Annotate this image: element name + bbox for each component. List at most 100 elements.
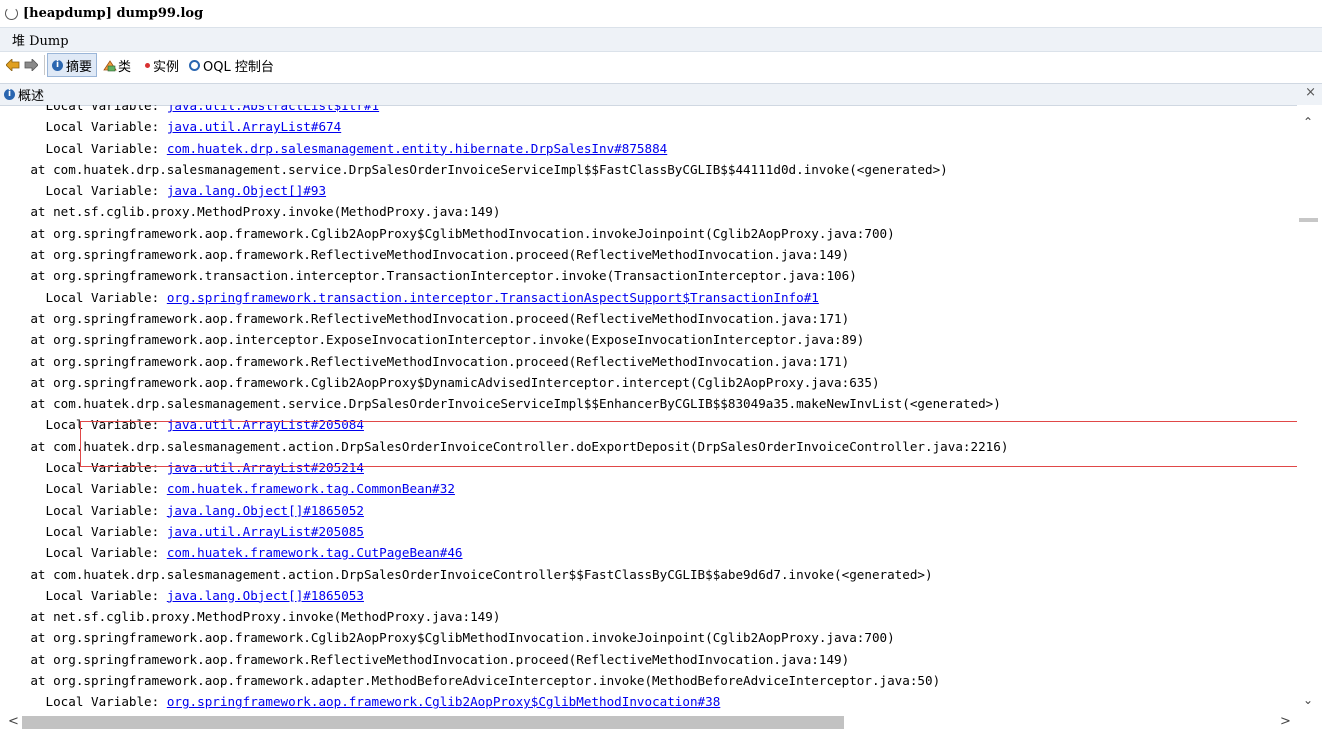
- line-text: at com.huatek.drp.salesmanagement.servic…: [0, 161, 948, 177]
- toolbar-separator: [44, 55, 45, 75]
- line-text: at org.springframework.aop.framework.Ref…: [0, 353, 850, 369]
- horizontal-scrollbar[interactable]: < >: [0, 712, 1322, 733]
- local-variable-line: Local Variable: org.springframework.aop.…: [0, 691, 1008, 712]
- line-text: Local Variable:: [0, 105, 167, 113]
- instance-icon: [145, 62, 151, 68]
- overview-panel-header: i 概述 ×: [0, 83, 1322, 106]
- line-text: Local Variable:: [0, 523, 167, 539]
- line-text: at com.huatek.drp.salesmanagement.action…: [0, 566, 933, 582]
- local-variable-line: Local Variable: com.huatek.framework.tag…: [0, 478, 1008, 499]
- summary-label: 摘要: [66, 59, 93, 75]
- line-text: at net.sf.cglib.proxy.MethodProxy.invoke…: [0, 204, 501, 220]
- local-variable-line: Local Variable: java.util.ArrayList#2050…: [0, 521, 1008, 542]
- object-link[interactable]: java.lang.Object[]#1865052: [167, 503, 364, 518]
- scroll-right-icon[interactable]: >: [1280, 714, 1291, 729]
- line-text: Local Variable:: [0, 119, 167, 135]
- stack-trace-view: Local Variable: java.util.AbstractList$I…: [0, 105, 1296, 712]
- stack-frame-line: at net.sf.cglib.proxy.MethodProxy.invoke…: [0, 201, 1008, 222]
- vertical-scrollbar[interactable]: ⌃ ⌄: [1297, 105, 1322, 712]
- object-link[interactable]: com.huatek.framework.tag.CutPageBean#46: [167, 545, 463, 560]
- line-text: Local Variable:: [0, 694, 167, 710]
- vertical-scroll-thumb[interactable]: [1299, 218, 1318, 222]
- object-link[interactable]: java.util.ArrayList#205084: [167, 417, 364, 432]
- local-variable-line: Local Variable: java.util.AbstractList$I…: [0, 105, 1008, 116]
- instances-button[interactable]: 实例: [137, 54, 183, 76]
- horizontal-scroll-thumb[interactable]: [22, 716, 844, 729]
- local-variable-line: Local Variable: java.lang.Object[]#18650…: [0, 500, 1008, 521]
- instances-label: 实例: [153, 59, 180, 75]
- line-text: Local Variable:: [0, 545, 167, 561]
- info-icon: i: [4, 89, 15, 100]
- stack-frame-line: at org.springframework.aop.framework.Cgl…: [0, 223, 1008, 244]
- panel-title: 概述: [18, 89, 45, 104]
- stack-frame-line: at org.springframework.aop.framework.Ref…: [0, 244, 1008, 265]
- stack-frame-line: at com.huatek.drp.salesmanagement.action…: [0, 564, 1008, 585]
- object-link[interactable]: com.huatek.framework.tag.CommonBean#32: [167, 481, 455, 496]
- local-variable-line: Local Variable: java.lang.Object[]#18650…: [0, 585, 1008, 606]
- line-text: at org.springframework.aop.framework.Cgl…: [0, 630, 895, 646]
- stack-frame-line: at org.springframework.aop.framework.ada…: [0, 670, 1008, 691]
- view-toolbar: i 摘要 类 实例 OQL 控制台: [0, 52, 1322, 78]
- classes-button[interactable]: 类: [99, 54, 135, 76]
- stack-frame-line: at org.springframework.aop.framework.Ref…: [0, 649, 1008, 670]
- line-text: at org.springframework.aop.framework.Ref…: [0, 310, 850, 326]
- stack-frame-line: at org.springframework.aop.framework.Cgl…: [0, 627, 1008, 648]
- stack-frame-line: at org.springframework.aop.framework.Ref…: [0, 351, 1008, 372]
- stack-trace-lines: Local Variable: java.util.AbstractList$I…: [0, 105, 1008, 712]
- stack-frame-line: at org.springframework.aop.interceptor.E…: [0, 329, 1008, 350]
- object-link[interactable]: java.util.ArrayList#205214: [167, 460, 364, 475]
- line-text: Local Variable:: [0, 289, 167, 305]
- summary-button[interactable]: i 摘要: [47, 53, 98, 77]
- stack-frame-line: at org.springframework.aop.framework.Cgl…: [0, 372, 1008, 393]
- oql-console-label: OQL 控制台: [203, 59, 274, 75]
- scroll-up-icon[interactable]: ⌃: [1303, 115, 1313, 129]
- object-link[interactable]: java.lang.Object[]#1865053: [167, 588, 364, 603]
- classes-label: 类: [118, 59, 132, 75]
- object-link[interactable]: java.util.ArrayList#205085: [167, 524, 364, 539]
- window-title: [heapdump] dump99.log: [23, 5, 204, 21]
- scroll-left-icon[interactable]: <: [8, 714, 19, 729]
- forward-arrow-icon[interactable]: [24, 58, 38, 72]
- line-text: at org.springframework.transaction.inter…: [0, 268, 857, 284]
- line-text: at com.huatek.drp.salesmanagement.servic…: [0, 396, 1001, 412]
- line-text: Local Variable:: [0, 587, 167, 603]
- editor-tab-bar: 堆 Dump: [0, 27, 1322, 52]
- line-text: at org.springframework.aop.framework.ada…: [0, 673, 941, 689]
- close-icon[interactable]: ×: [1305, 85, 1316, 100]
- info-icon: i: [52, 59, 63, 71]
- local-variable-line: Local Variable: java.util.ArrayList#2050…: [0, 414, 1008, 435]
- stack-frame-line: at org.springframework.transaction.inter…: [0, 265, 1008, 286]
- object-link[interactable]: java.util.ArrayList#674: [167, 119, 341, 134]
- line-text: at org.springframework.aop.framework.Cgl…: [0, 374, 880, 390]
- stack-frame-line: at com.huatek.drp.salesmanagement.action…: [0, 436, 1008, 457]
- line-text: Local Variable:: [0, 183, 167, 199]
- object-link[interactable]: com.huatek.drp.salesmanagement.entity.hi…: [167, 141, 667, 156]
- object-link[interactable]: java.util.AbstractList$Itr#1: [167, 105, 379, 113]
- oql-console-button[interactable]: OQL 控制台: [185, 54, 278, 76]
- local-variable-line: Local Variable: java.util.ArrayList#2052…: [0, 457, 1008, 478]
- stack-frame-line: at org.springframework.aop.framework.Ref…: [0, 308, 1008, 329]
- oql-icon: [189, 59, 201, 71]
- line-text: Local Variable:: [0, 481, 167, 497]
- line-text: Local Variable:: [0, 502, 167, 518]
- class-icon: [103, 59, 117, 71]
- local-variable-line: Local Variable: java.lang.Object[]#93: [0, 180, 1008, 201]
- scroll-down-icon[interactable]: ⌄: [1303, 693, 1313, 707]
- local-variable-line: Local Variable: java.util.ArrayList#674: [0, 116, 1008, 137]
- object-link[interactable]: java.lang.Object[]#93: [167, 183, 326, 198]
- line-text: at com.huatek.drp.salesmanagement.action…: [0, 438, 1009, 454]
- stack-frame-line: at com.huatek.drp.salesmanagement.servic…: [0, 393, 1008, 414]
- line-text: Local Variable:: [0, 417, 167, 433]
- line-text: at net.sf.cglib.proxy.MethodProxy.invoke…: [0, 609, 501, 625]
- line-text: Local Variable:: [0, 460, 167, 476]
- loading-spinner-icon: [5, 6, 18, 20]
- tab-heap-dump[interactable]: 堆 Dump: [12, 30, 69, 49]
- stack-frame-line: at net.sf.cglib.proxy.MethodProxy.invoke…: [0, 606, 1008, 627]
- line-text: at org.springframework.aop.framework.Ref…: [0, 247, 850, 263]
- title-bar: [heapdump] dump99.log: [0, 0, 1322, 26]
- object-link[interactable]: org.springframework.aop.framework.Cglib2…: [167, 694, 721, 709]
- line-text: at org.springframework.aop.framework.Cgl…: [0, 225, 895, 241]
- back-arrow-icon[interactable]: [6, 58, 20, 72]
- object-link[interactable]: org.springframework.transaction.intercep…: [167, 290, 819, 305]
- local-variable-line: Local Variable: com.huatek.drp.salesmana…: [0, 138, 1008, 159]
